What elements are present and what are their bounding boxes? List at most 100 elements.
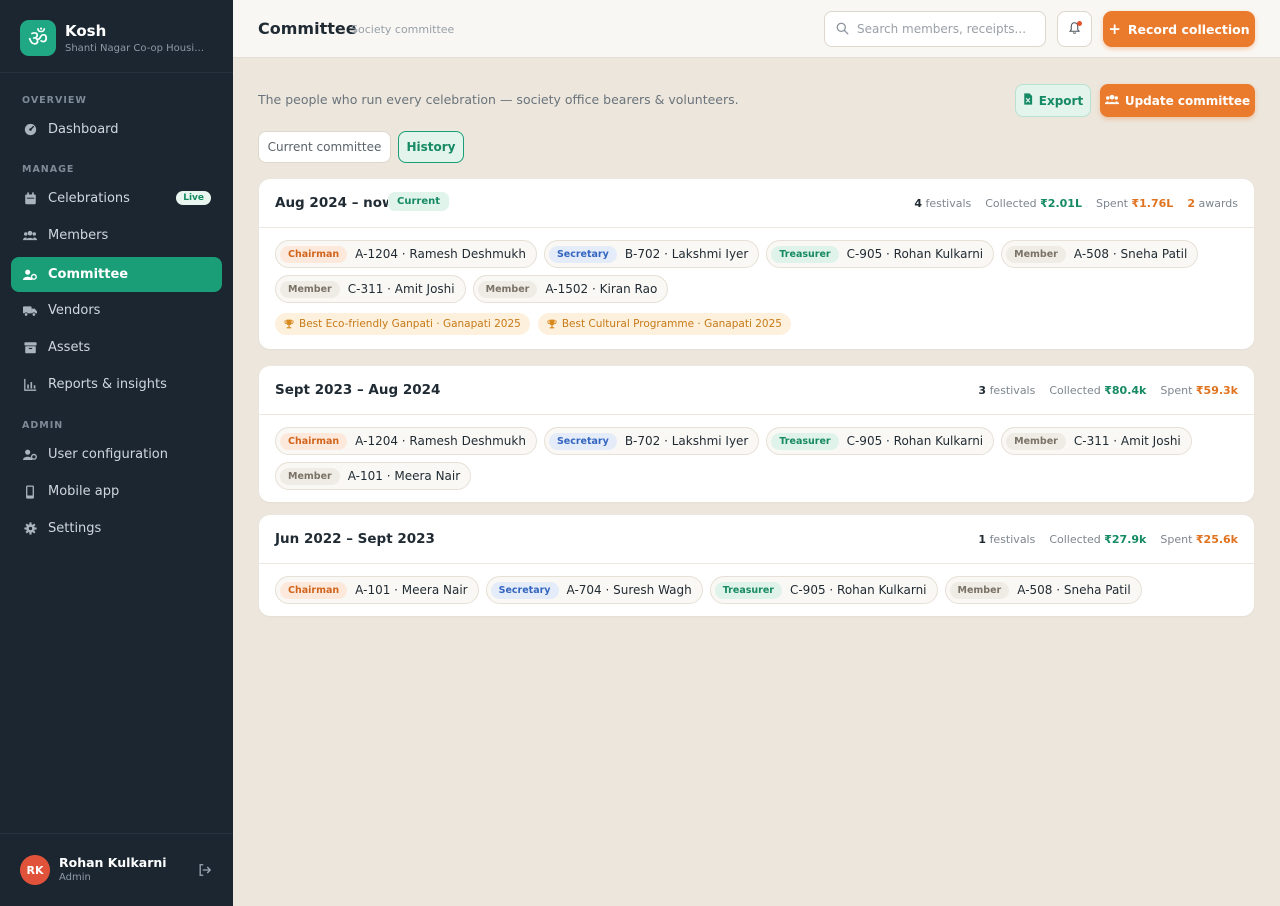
collected-stat: Collected ₹27.9k: [1049, 533, 1147, 546]
member-chip[interactable]: Chairman A-101 · Meera Nair: [275, 576, 479, 604]
role-badge: Chairman: [280, 245, 348, 263]
trophy-icon: [547, 319, 557, 329]
sidebar-item-label: Members: [48, 228, 109, 243]
member-name: A-1204 · Ramesh Deshmukh: [355, 434, 526, 448]
record-collection-button[interactable]: + Record collection: [1103, 11, 1255, 47]
member-name: A-1502 · Kiran Rao: [545, 282, 658, 296]
festivals-stat: 3 festivals: [978, 384, 1036, 397]
spent-stat: Spent ₹59.3k: [1160, 384, 1238, 397]
sidebar-item-reports[interactable]: Reports & insights: [11, 367, 222, 402]
sidebar-item-label: Mobile app: [48, 484, 120, 499]
search-box[interactable]: [824, 11, 1046, 47]
festivals-stat: 1 festivals: [978, 533, 1036, 546]
role-badge: Secretary: [490, 581, 559, 599]
member-name: C-905 · Rohan Kulkarni: [789, 583, 927, 597]
member-chip[interactable]: Secretary A-704 · Suresh Wagh: [485, 576, 703, 604]
mobile-icon: [23, 484, 37, 499]
member-chip[interactable]: Member C-311 · Amit Joshi: [275, 275, 466, 303]
term-card-header: Sept 2023 – Aug 2024 3 festivals Collect…: [259, 366, 1254, 415]
member-chip[interactable]: Member A-508 · Sneha Patil: [944, 576, 1142, 604]
term-stats: 4 festivals Collected ₹2.01L Spent ₹1.76…: [914, 197, 1238, 210]
users-icon: [1104, 94, 1125, 108]
term-card: Jun 2022 – Sept 2023 1 festivals Collect…: [259, 515, 1254, 616]
award-text: Best Eco-friendly Ganpati · Ganapati 202…: [299, 318, 521, 330]
spent-stat: Spent ₹25.6k: [1160, 533, 1238, 546]
update-committee-label: Update committee: [1124, 93, 1251, 108]
sidebar-item-label: User configuration: [48, 447, 168, 462]
member-name: C-311 · Amit Joshi: [1073, 434, 1181, 448]
sidebar-item-label: Dashboard: [48, 122, 119, 137]
avatar[interactable]: RK: [20, 855, 50, 885]
role-badge: Chairman: [280, 581, 348, 599]
user-name: Rohan Kulkarni: [59, 855, 167, 870]
truck-icon: [23, 304, 37, 318]
member-name: B-702 · Lakshmi Iyer: [624, 434, 749, 448]
member-chip[interactable]: Secretary B-702 · Lakshmi Iyer: [543, 240, 760, 268]
plus-icon: +: [1108, 20, 1121, 38]
page-title: Committee: [258, 19, 357, 38]
sidebar-item-label: Settings: [48, 521, 102, 536]
users-icon: [23, 229, 37, 243]
role-badge: Secretary: [548, 432, 617, 450]
sidebar-item-celebrations[interactable]: Celebrations Live: [11, 181, 222, 216]
intro-text: The people who run every celebration — s…: [258, 92, 739, 107]
member-chip[interactable]: Treasurer C-905 · Rohan Kulkarni: [766, 240, 995, 268]
member-chip[interactable]: Treasurer C-905 · Rohan Kulkarni: [709, 576, 938, 604]
member-chips: Chairman A-101 · Meera Nair Secretary A-70…: [259, 564, 1254, 616]
member-chip[interactable]: Member A-101 · Meera Nair: [275, 462, 472, 490]
member-chip[interactable]: Treasurer C-905 · Rohan Kulkarni: [766, 427, 995, 455]
gauge-icon: [23, 123, 37, 137]
member-chip[interactable]: Member C-311 · Amit Joshi: [1001, 427, 1192, 455]
sidebar-item-settings[interactable]: Settings: [11, 511, 222, 546]
user-cog-icon: [23, 448, 37, 462]
member-chip[interactable]: Member A-508 · Sneha Patil: [1001, 240, 1199, 268]
sidebar-item-dashboard[interactable]: Dashboard: [11, 112, 222, 147]
member-chips: Chairman A-1204 · Ramesh Deshmukh Secreta…: [259, 228, 1254, 313]
sidebar-item-label: Celebrations: [48, 191, 130, 206]
term-stats: 3 festivals Collected ₹80.4k Spent ₹59.3…: [978, 384, 1238, 397]
tab-history[interactable]: History: [398, 131, 464, 163]
term-period: Sept 2023 – Aug 2024: [275, 382, 441, 398]
calendar-icon: [23, 192, 37, 206]
member-chip[interactable]: Chairman A-1204 · Ramesh Deshmukh: [275, 240, 537, 268]
term-period: Jun 2022 – Sept 2023: [275, 531, 435, 547]
nav-section-admin: ADMIN: [22, 420, 64, 431]
topbar: Committee Society committee + Record col…: [233, 0, 1280, 58]
export-button[interactable]: Export: [1015, 84, 1091, 117]
nav-section-manage: MANAGE: [22, 164, 75, 175]
role-badge: Member: [1006, 432, 1066, 450]
award-chip: Best Eco-friendly Ganpati · Ganapati 202…: [275, 313, 530, 335]
sidebar-item-assets[interactable]: Assets: [11, 330, 222, 365]
search-input[interactable]: [857, 22, 1032, 36]
sidebar-divider: [0, 72, 233, 73]
member-name: A-508 · Sneha Patil: [1017, 583, 1131, 597]
award-chip: Best Cultural Programme · Ganapati 2025: [537, 313, 791, 335]
logout-icon[interactable]: [198, 862, 214, 878]
notifications-button[interactable]: [1057, 11, 1092, 47]
archive-icon: [23, 341, 37, 355]
sidebar-item-user-configuration[interactable]: User configuration: [11, 437, 222, 472]
sidebar-item-members[interactable]: Members: [11, 218, 222, 253]
update-committee-button[interactable]: Update committee: [1100, 84, 1255, 117]
record-collection-label: Record collection: [1127, 21, 1250, 37]
member-name: C-905 · Rohan Kulkarni: [846, 247, 984, 261]
sidebar-item-committee[interactable]: Committee: [11, 257, 222, 292]
member-chip[interactable]: Secretary B-702 · Lakshmi Iyer: [543, 427, 760, 455]
member-chip[interactable]: Member A-1502 · Kiran Rao: [472, 275, 669, 303]
term-stats: 1 festivals Collected ₹27.9k Spent ₹25.6…: [978, 533, 1238, 546]
live-badge: Live: [176, 191, 211, 205]
brand[interactable]: ॐ Kosh Shanti Nagar Co-op Housing Societ…: [20, 20, 210, 56]
spent-stat: Spent ₹1.76L: [1095, 197, 1174, 210]
current-badge: Current: [388, 192, 450, 211]
member-name: A-1204 · Ramesh Deshmukh: [355, 247, 526, 261]
role-badge: Treasurer: [771, 432, 839, 450]
member-name: A-508 · Sneha Patil: [1073, 247, 1188, 261]
tab-current-committee[interactable]: Current committee: [258, 131, 391, 163]
awards-row: Best Eco-friendly Ganpati · Ganapati 202…: [259, 313, 1254, 349]
member-chips: Chairman A-1204 · Ramesh Deshmukh Secreta…: [259, 415, 1254, 502]
member-name: B-702 · Lakshmi Iyer: [624, 247, 749, 261]
term-period: Aug 2024 – now: [275, 195, 395, 211]
sidebar-item-vendors[interactable]: Vendors: [11, 293, 222, 328]
member-chip[interactable]: Chairman A-1204 · Ramesh Deshmukh: [275, 427, 537, 455]
sidebar-item-mobile-app[interactable]: Mobile app: [11, 474, 222, 509]
